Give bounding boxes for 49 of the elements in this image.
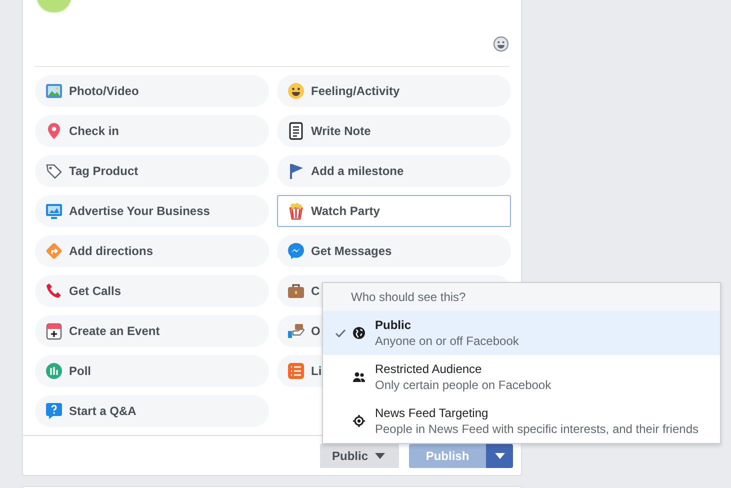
- option-description: Only certain people on Facebook: [375, 378, 552, 392]
- composer-action-button[interactable]: Advertise Your Business: [35, 195, 269, 227]
- hand-box-icon: [287, 322, 305, 340]
- audience-option[interactable]: News Feed Targeting People in News Feed with specific interests, and their friends: [323, 399, 720, 443]
- tag-icon: [45, 162, 63, 180]
- composer-action-button[interactable]: Add directions: [35, 235, 269, 267]
- composer-action-button[interactable]: Feeling/Activity: [277, 75, 511, 107]
- smiley-icon[interactable]: [493, 36, 509, 52]
- people-icon: [353, 372, 365, 382]
- audience-option[interactable]: Restricted Audience Only certain people on Facebook: [323, 355, 720, 399]
- audience-option[interactable]: Public Anyone on or off Facebook: [323, 311, 720, 355]
- messenger-icon: [287, 242, 305, 260]
- photo-icon: [45, 82, 63, 100]
- composer-action-button[interactable]: Poll: [35, 355, 269, 387]
- notebook-icon: [287, 122, 305, 140]
- menu-header: Who should see this?: [323, 283, 720, 311]
- question-bubble-icon: [45, 402, 63, 420]
- option-description: Anyone on or off Facebook: [375, 334, 519, 348]
- composer-action-button[interactable]: Get Calls: [35, 275, 269, 307]
- flag-icon: [287, 162, 305, 180]
- caret-icon: [494, 453, 504, 459]
- composer-action-button[interactable]: Watch Party: [277, 195, 511, 227]
- composer-action-button[interactable]: Write Note: [277, 115, 511, 147]
- check-icon: [335, 328, 346, 338]
- bar-chart-icon: [45, 362, 63, 380]
- phone-icon: [45, 282, 63, 300]
- smiley-icon: [287, 82, 305, 100]
- composer-action-button[interactable]: Add a milestone: [277, 155, 511, 187]
- briefcase-icon: [287, 282, 305, 300]
- publish-options-button[interactable]: [486, 444, 513, 468]
- composer-action-button[interactable]: Create an Event: [35, 315, 269, 347]
- option-description: People in News Feed with specific interests, and their friends: [375, 422, 698, 436]
- composer-action-button[interactable]: Photo/Video: [35, 75, 269, 107]
- composer-action-button[interactable]: Start a Q&A: [35, 395, 269, 427]
- composer-action-button[interactable]: Get Messages: [277, 235, 511, 267]
- option-title: Restricted Audience: [375, 362, 483, 376]
- option-title: Public: [375, 318, 412, 332]
- caret-icon: [375, 453, 386, 459]
- globe-icon: [353, 327, 365, 339]
- calendar-icon: [45, 322, 63, 340]
- list-icon: [287, 362, 305, 380]
- composer-action-button[interactable]: Check in: [35, 115, 269, 147]
- monitor-icon: [45, 202, 63, 220]
- composer-action-button[interactable]: Tag Product: [35, 155, 269, 187]
- option-title: News Feed Targeting: [375, 406, 490, 420]
- audience-dropdown-button[interactable]: Public: [320, 444, 399, 468]
- map-pin-icon: [45, 122, 63, 140]
- popcorn-icon: [287, 202, 305, 220]
- target-icon: [353, 415, 365, 427]
